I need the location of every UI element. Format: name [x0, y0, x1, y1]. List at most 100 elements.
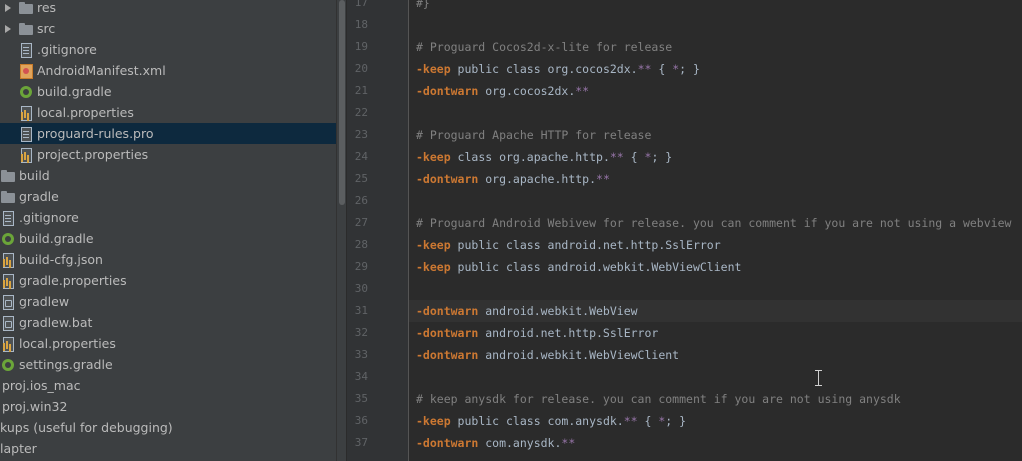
code-wildcard: **: [623, 414, 638, 428]
code-line[interactable]: #}: [409, 0, 1022, 14]
line-number: 21: [354, 84, 368, 97]
file-icon: [19, 42, 33, 58]
line-number: 18: [354, 18, 368, 31]
line-number: 17: [354, 0, 368, 9]
line-number: 24: [354, 150, 368, 163]
folder-icon: [19, 22, 33, 36]
code-text: android.webkit.WebView: [478, 304, 638, 318]
tree-item-build-cfg[interactable]: build-cfg.json: [0, 249, 336, 270]
line-number: 19: [354, 40, 368, 53]
gradle-icon: [19, 85, 33, 99]
code-text: {: [651, 62, 673, 76]
tree-item-build-gradle[interactable]: build.gradle: [0, 228, 336, 249]
folder-icon: [19, 1, 33, 15]
code-text: ; }: [665, 414, 687, 428]
code-line[interactable]: [409, 102, 1022, 124]
folder-icon: [1, 190, 15, 204]
code-line[interactable]: [409, 366, 1022, 388]
tree-item-settings-gradle[interactable]: settings.gradle: [0, 354, 336, 375]
tree-item-backups[interactable]: kups (useful for debugging): [0, 417, 336, 438]
tree-item-gradlew-bat[interactable]: gradlew.bat: [0, 312, 336, 333]
tree-item-label: build-cfg.json: [19, 252, 103, 267]
code-line[interactable]: # keep anysdk for release. you can comme…: [409, 388, 1022, 410]
code-line[interactable]: -keep class org.apache.http.** { *; }: [409, 146, 1022, 168]
code-text: class org.apache.http.: [450, 150, 610, 164]
tree-item-gitignore[interactable]: .gitignore: [0, 207, 336, 228]
code-line[interactable]: -dontwarn org.cocos2dx.**: [409, 80, 1022, 102]
file-icon: [1, 210, 15, 226]
expand-arrow-icon[interactable]: [3, 0, 12, 18]
line-number: 27: [354, 216, 368, 229]
code-text: {: [637, 414, 659, 428]
tree-scrollbar-thumb[interactable]: [339, 0, 345, 205]
tree-item-gradle-folder[interactable]: gradle: [0, 186, 336, 207]
tree-item-local-properties[interactable]: local.properties: [0, 102, 336, 123]
code-line[interactable]: -dontwarn com.anysdk.**: [409, 432, 1022, 454]
line-number: 32: [354, 326, 368, 339]
code-line[interactable]: -dontwarn android.webkit.WebView: [409, 300, 1022, 322]
tree-item-label: gradlew.bat: [19, 315, 93, 330]
code-line[interactable]: -dontwarn org.apache.http.**: [409, 168, 1022, 190]
code-line[interactable]: # Proguard Android Webivew for release. …: [409, 212, 1022, 234]
tree-item-res[interactable]: res: [0, 0, 336, 18]
properties-file-icon: [19, 105, 33, 121]
line-number: 36: [354, 414, 368, 427]
tree-item-proguard-rules[interactable]: proguard-rules.pro: [0, 123, 336, 144]
tree-item-proj-win32[interactable]: proj.win32: [0, 396, 336, 417]
code-text: public class android.webkit.WebViewClien…: [450, 260, 742, 274]
file-icon: [1, 315, 15, 331]
code-comment: # Proguard Cocos2d-x-lite for release: [416, 40, 673, 54]
tree-item-label: proj.win32: [2, 399, 68, 414]
tree-item-label: src: [37, 21, 56, 36]
code-keyword: -dontwarn: [416, 304, 479, 318]
code-line[interactable]: -dontwarn android.webkit.WebViewClient: [409, 344, 1022, 366]
code-wildcard: **: [596, 172, 610, 186]
code-text: {: [623, 150, 645, 164]
code-line[interactable]: -keep public class android.webkit.WebVie…: [409, 256, 1022, 278]
tree-item-project-properties[interactable]: project.properties: [0, 144, 336, 165]
line-number: 23: [354, 128, 368, 141]
code-text: ; }: [651, 150, 673, 164]
code-line[interactable]: # Proguard Apache HTTP for release: [409, 124, 1022, 146]
folder-icon: [1, 169, 15, 183]
tree-item-gitignore[interactable]: .gitignore: [0, 39, 336, 60]
code-keyword: -dontwarn: [416, 436, 479, 450]
line-number: 33: [354, 348, 368, 361]
code-line[interactable]: [409, 190, 1022, 212]
tree-item-build-gradle[interactable]: build.gradle: [0, 81, 336, 102]
code-text: ; }: [679, 62, 700, 76]
tree-item-android-manifest[interactable]: AndroidManifest.xml: [0, 60, 336, 81]
code-keyword: -keep: [416, 62, 451, 76]
tree-item-proj-ios-mac[interactable]: proj.ios_mac: [0, 375, 336, 396]
tree-item-gradlew[interactable]: gradlew: [0, 291, 336, 312]
tree-item-adapter[interactable]: lapter: [0, 438, 336, 459]
properties-file-icon: [1, 273, 15, 289]
tree-item-label: build.gradle: [19, 231, 94, 246]
code-wildcard: **: [561, 436, 576, 450]
code-line[interactable]: -keep public class android.net.http.SslE…: [409, 234, 1022, 256]
code-comment: #}: [416, 0, 430, 10]
expand-arrow-icon[interactable]: [3, 18, 12, 39]
tree-item-label: gradlew: [19, 294, 70, 309]
line-number: 25: [354, 172, 368, 185]
tree-item-build-folder[interactable]: build: [0, 165, 336, 186]
properties-file-icon: [1, 336, 15, 352]
code-editor[interactable]: #} # Proguard Cocos2d-x-lite for release -…: [409, 0, 1022, 461]
tree-item-gradle-properties[interactable]: gradle.properties: [0, 270, 336, 291]
tree-item-label: res: [37, 0, 57, 15]
code-line[interactable]: -dontwarn android.net.http.SslError: [409, 322, 1022, 344]
line-number: 29: [354, 260, 368, 273]
line-number: 35: [354, 392, 368, 405]
code-line[interactable]: [409, 14, 1022, 36]
line-number: 37: [354, 436, 368, 449]
code-line[interactable]: # Proguard Cocos2d-x-lite for release: [409, 36, 1022, 58]
tree-item-local-properties[interactable]: local.properties: [0, 333, 336, 354]
code-line[interactable]: -keep public class org.cocos2dx.** { *; …: [409, 58, 1022, 80]
tree-item-label: proguard-rules.pro: [37, 126, 154, 141]
line-number: 22: [354, 106, 368, 119]
code-line[interactable]: -keep public class com.anysdk.** { *; }: [409, 410, 1022, 432]
tree-item-label: kups (useful for debugging): [0, 420, 173, 435]
code-line[interactable]: [409, 278, 1022, 300]
line-number-gutter: 17 18 19 20 21 22 23 24 25 26 27 28 29 30 31 32 33 34 35 36…: [347, 0, 409, 461]
tree-item-src[interactable]: src: [0, 18, 336, 39]
